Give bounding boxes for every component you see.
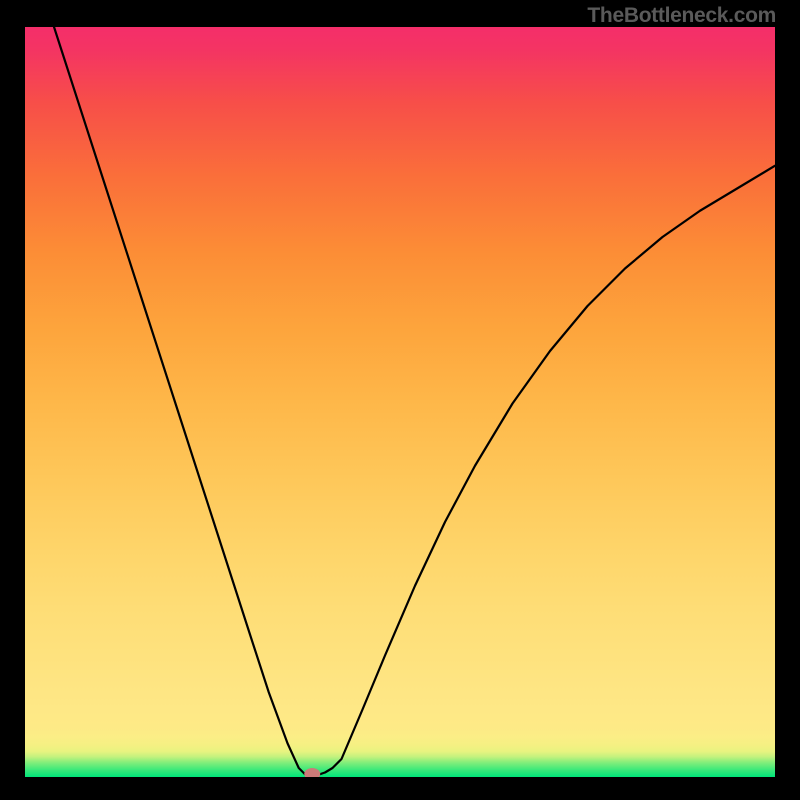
- chart-svg: [25, 27, 775, 777]
- chart-plot-area: [25, 27, 775, 777]
- chart-container: TheBottleneck.com: [0, 0, 800, 800]
- chart-marker-dot: [304, 768, 320, 777]
- attribution-text: TheBottleneck.com: [587, 4, 776, 28]
- chart-curve-path: [54, 27, 775, 776]
